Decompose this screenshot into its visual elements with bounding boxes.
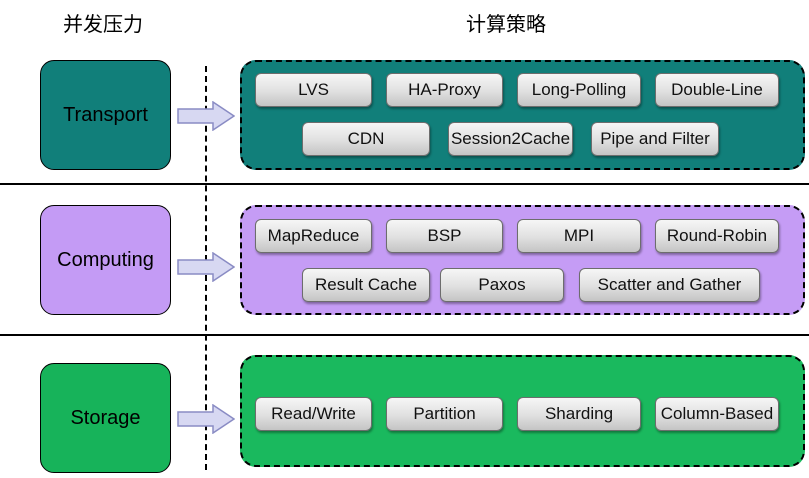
strategy-pill: LVS [255, 73, 372, 107]
right-arrow-icon [177, 252, 235, 282]
strategy-pill: Read/Write [255, 397, 372, 431]
transport-strategy-panel: LVS HA-Proxy Long-Polling Double-Line CD… [240, 60, 805, 170]
right-arrow-icon [177, 404, 235, 434]
computing-label: Computing [57, 248, 154, 271]
strategy-pill: Result Cache [302, 268, 430, 302]
strategy-pill: Pipe and Filter [591, 122, 719, 156]
storage-box: Storage [40, 363, 171, 473]
strategy-pill: Double-Line [655, 73, 779, 107]
computing-box: Computing [40, 205, 171, 315]
row-separator [0, 183, 809, 185]
strategy-pill: Round-Robin [655, 219, 779, 253]
storage-label: Storage [70, 406, 141, 429]
computing-strategy-panel: MapReduce BSP MPI Round-Robin Result Cac… [240, 205, 805, 315]
strategy-pill: Partition [386, 397, 503, 431]
strategy-pill: Sharding [517, 397, 641, 431]
heading-compute-strategy: 计算策略 [466, 12, 546, 36]
strategy-pill: MPI [517, 219, 641, 253]
strategy-pill: MapReduce [255, 219, 372, 253]
right-arrow-icon [177, 101, 235, 131]
row-separator [0, 334, 809, 336]
transport-label: Transport [63, 103, 148, 126]
storage-strategy-panel: Read/Write Partition Sharding Column-Bas… [240, 355, 805, 467]
strategy-pill: BSP [386, 219, 503, 253]
strategy-pill: Long-Polling [517, 73, 641, 107]
heading-concurrency-pressure: 并发压力 [63, 12, 143, 36]
strategy-pill: CDN [302, 122, 430, 156]
strategy-pill: Column-Based [655, 397, 779, 431]
strategy-pill: Scatter and Gather [579, 268, 760, 302]
strategy-pill: HA-Proxy [386, 73, 503, 107]
strategy-pill: Paxos [440, 268, 564, 302]
strategy-pill: Session2Cache [448, 122, 573, 156]
transport-box: Transport [40, 60, 171, 170]
